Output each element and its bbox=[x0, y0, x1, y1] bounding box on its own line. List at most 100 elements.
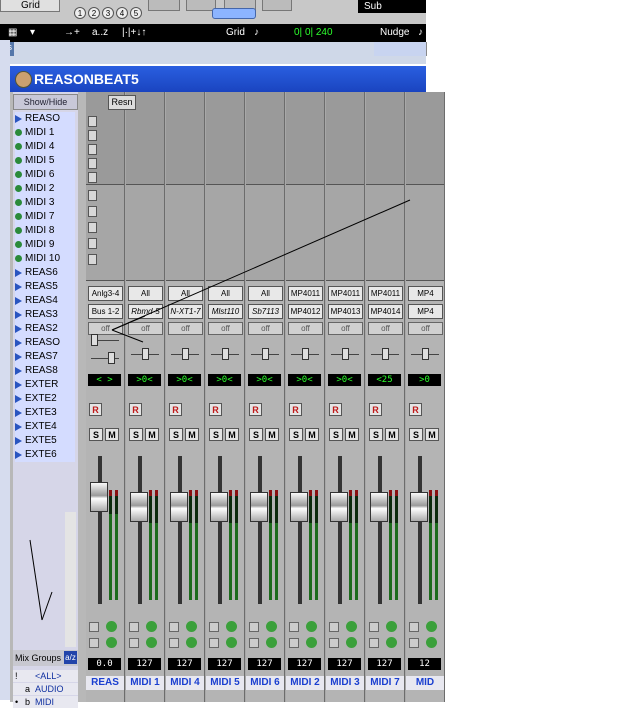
track-list-item[interactable]: REAS5 bbox=[15, 280, 75, 294]
mix-group-item[interactable]: a AUDIO bbox=[13, 683, 78, 695]
group-button-b[interactable] bbox=[306, 621, 317, 632]
channel-name[interactable]: MIDI 6 bbox=[246, 676, 284, 690]
record-enable-button[interactable]: R bbox=[89, 403, 102, 416]
group-button-b[interactable] bbox=[226, 621, 237, 632]
insert-selector[interactable] bbox=[88, 144, 97, 155]
voice-icon[interactable] bbox=[209, 622, 219, 632]
window-titlebar[interactable]: REASONBEAT5 bbox=[10, 66, 426, 92]
voice-icon[interactable] bbox=[409, 622, 419, 632]
automation-mode[interactable]: off bbox=[248, 322, 283, 335]
volume-fader[interactable] bbox=[90, 482, 108, 512]
toolbar-button[interactable] bbox=[148, 0, 180, 11]
channel-name[interactable]: MIDI 3 bbox=[326, 676, 364, 690]
output-selector[interactable]: MP4 bbox=[408, 304, 443, 319]
output-selector[interactable]: MP4014 bbox=[368, 304, 403, 319]
group-button-b[interactable] bbox=[386, 621, 397, 632]
track-list-item[interactable]: MIDI 4 bbox=[15, 140, 75, 154]
note-icon[interactable]: ♪ bbox=[254, 27, 259, 38]
output-selector[interactable]: Bus 1-2 bbox=[88, 304, 123, 319]
automation-mode[interactable]: off bbox=[168, 322, 203, 335]
volume-fader[interactable] bbox=[410, 492, 428, 522]
group-button-b[interactable] bbox=[266, 621, 277, 632]
record-enable-button[interactable]: R bbox=[129, 403, 142, 416]
output-selector[interactable]: MP4013 bbox=[328, 304, 363, 319]
input-selector[interactable]: MP4011 bbox=[328, 286, 363, 301]
group-button-c[interactable] bbox=[186, 637, 197, 648]
automation-mode[interactable]: off bbox=[208, 322, 243, 335]
solo-button[interactable]: S bbox=[209, 428, 223, 441]
track-list-item[interactable]: MIDI 1 bbox=[15, 126, 75, 140]
record-safe-icon[interactable] bbox=[249, 638, 259, 648]
resn-button[interactable]: Resn bbox=[108, 95, 136, 110]
insert-selector[interactable] bbox=[88, 116, 97, 127]
output-selector[interactable]: N-XT1-7 bbox=[168, 304, 203, 319]
record-safe-icon[interactable] bbox=[129, 638, 139, 648]
track-list-item[interactable]: REAS6 bbox=[15, 266, 75, 280]
mute-button[interactable]: M bbox=[185, 428, 199, 441]
group-button-b[interactable] bbox=[146, 621, 157, 632]
menu-arrow-icon[interactable]: ▾ bbox=[30, 27, 35, 38]
track-list-item[interactable]: MIDI 2 bbox=[15, 182, 75, 196]
group-button-b[interactable] bbox=[106, 621, 117, 632]
tool-spot[interactable]: |·|+↓↑ bbox=[122, 27, 146, 38]
track-list-item[interactable]: REAS2 bbox=[15, 322, 75, 336]
track-list-item[interactable]: EXTER bbox=[15, 378, 75, 392]
group-button-c[interactable] bbox=[426, 637, 437, 648]
input-selector[interactable]: MP4011 bbox=[368, 286, 403, 301]
automation-mode[interactable]: off bbox=[408, 322, 443, 335]
send-selector[interactable] bbox=[88, 238, 97, 249]
solo-button[interactable]: S bbox=[89, 428, 103, 441]
insert-selector[interactable] bbox=[88, 130, 97, 141]
group-button-b[interactable] bbox=[186, 621, 197, 632]
grid-value[interactable]: 0| 0| 240 bbox=[294, 27, 333, 38]
track-list-item[interactable]: MIDI 8 bbox=[15, 224, 75, 238]
record-safe-icon[interactable] bbox=[169, 638, 179, 648]
volume-fader[interactable] bbox=[290, 492, 308, 522]
mute-button[interactable]: M bbox=[265, 428, 279, 441]
volume-fader[interactable] bbox=[330, 492, 348, 522]
record-enable-button[interactable]: R bbox=[329, 403, 342, 416]
group-button-b[interactable] bbox=[346, 621, 357, 632]
track-list-item[interactable]: EXTE4 bbox=[15, 420, 75, 434]
solo-button[interactable]: S bbox=[249, 428, 263, 441]
mix-group-item[interactable]: • b MIDI bbox=[13, 696, 78, 708]
volume-fader[interactable] bbox=[170, 492, 188, 522]
toolbar-button[interactable] bbox=[262, 0, 292, 11]
solo-button[interactable]: S bbox=[129, 428, 143, 441]
volume-fader[interactable] bbox=[210, 492, 228, 522]
output-selector[interactable]: MP4012 bbox=[288, 304, 323, 319]
voice-icon[interactable] bbox=[249, 622, 259, 632]
automation-mode[interactable]: off bbox=[288, 322, 323, 335]
insert-selector[interactable] bbox=[88, 158, 97, 169]
output-selector[interactable]: Mlst110 bbox=[208, 304, 243, 319]
grid-mode-button[interactable]: Grid bbox=[0, 0, 60, 12]
group-button-c[interactable] bbox=[146, 637, 157, 648]
input-selector[interactable]: MP4 bbox=[408, 286, 443, 301]
note-icon[interactable]: ♪ bbox=[418, 27, 423, 38]
group-button-c[interactable] bbox=[106, 637, 117, 648]
group-button-c[interactable] bbox=[386, 637, 397, 648]
voice-icon[interactable] bbox=[89, 622, 99, 632]
mute-button[interactable]: M bbox=[105, 428, 119, 441]
automation-mode[interactable]: off bbox=[128, 322, 163, 335]
channel-name[interactable]: MIDI 1 bbox=[126, 676, 164, 690]
channel-name[interactable]: MID bbox=[406, 676, 444, 690]
voice-icon[interactable] bbox=[289, 622, 299, 632]
solo-button[interactable]: S bbox=[169, 428, 183, 441]
track-list-item[interactable]: MIDI 7 bbox=[15, 210, 75, 224]
input-selector[interactable]: All bbox=[248, 286, 283, 301]
send-selector[interactable] bbox=[88, 206, 97, 217]
record-enable-button[interactable]: R bbox=[409, 403, 422, 416]
volume-fader[interactable] bbox=[250, 492, 268, 522]
sort-az-icon[interactable]: a/z bbox=[64, 651, 77, 664]
voice-icon[interactable] bbox=[169, 622, 179, 632]
pan-knob[interactable] bbox=[422, 348, 429, 360]
solo-button[interactable]: S bbox=[329, 428, 343, 441]
track-list-item[interactable]: REASO bbox=[15, 336, 75, 350]
input-selector[interactable]: Anlg3-4 bbox=[88, 286, 123, 301]
track-list-item[interactable]: MIDI 3 bbox=[15, 196, 75, 210]
channel-name[interactable]: MIDI 2 bbox=[286, 676, 324, 690]
pan-knob[interactable] bbox=[222, 348, 229, 360]
track-list-item[interactable]: MIDI 9 bbox=[15, 238, 75, 252]
track-list-item[interactable]: MIDI 10 bbox=[15, 252, 75, 266]
